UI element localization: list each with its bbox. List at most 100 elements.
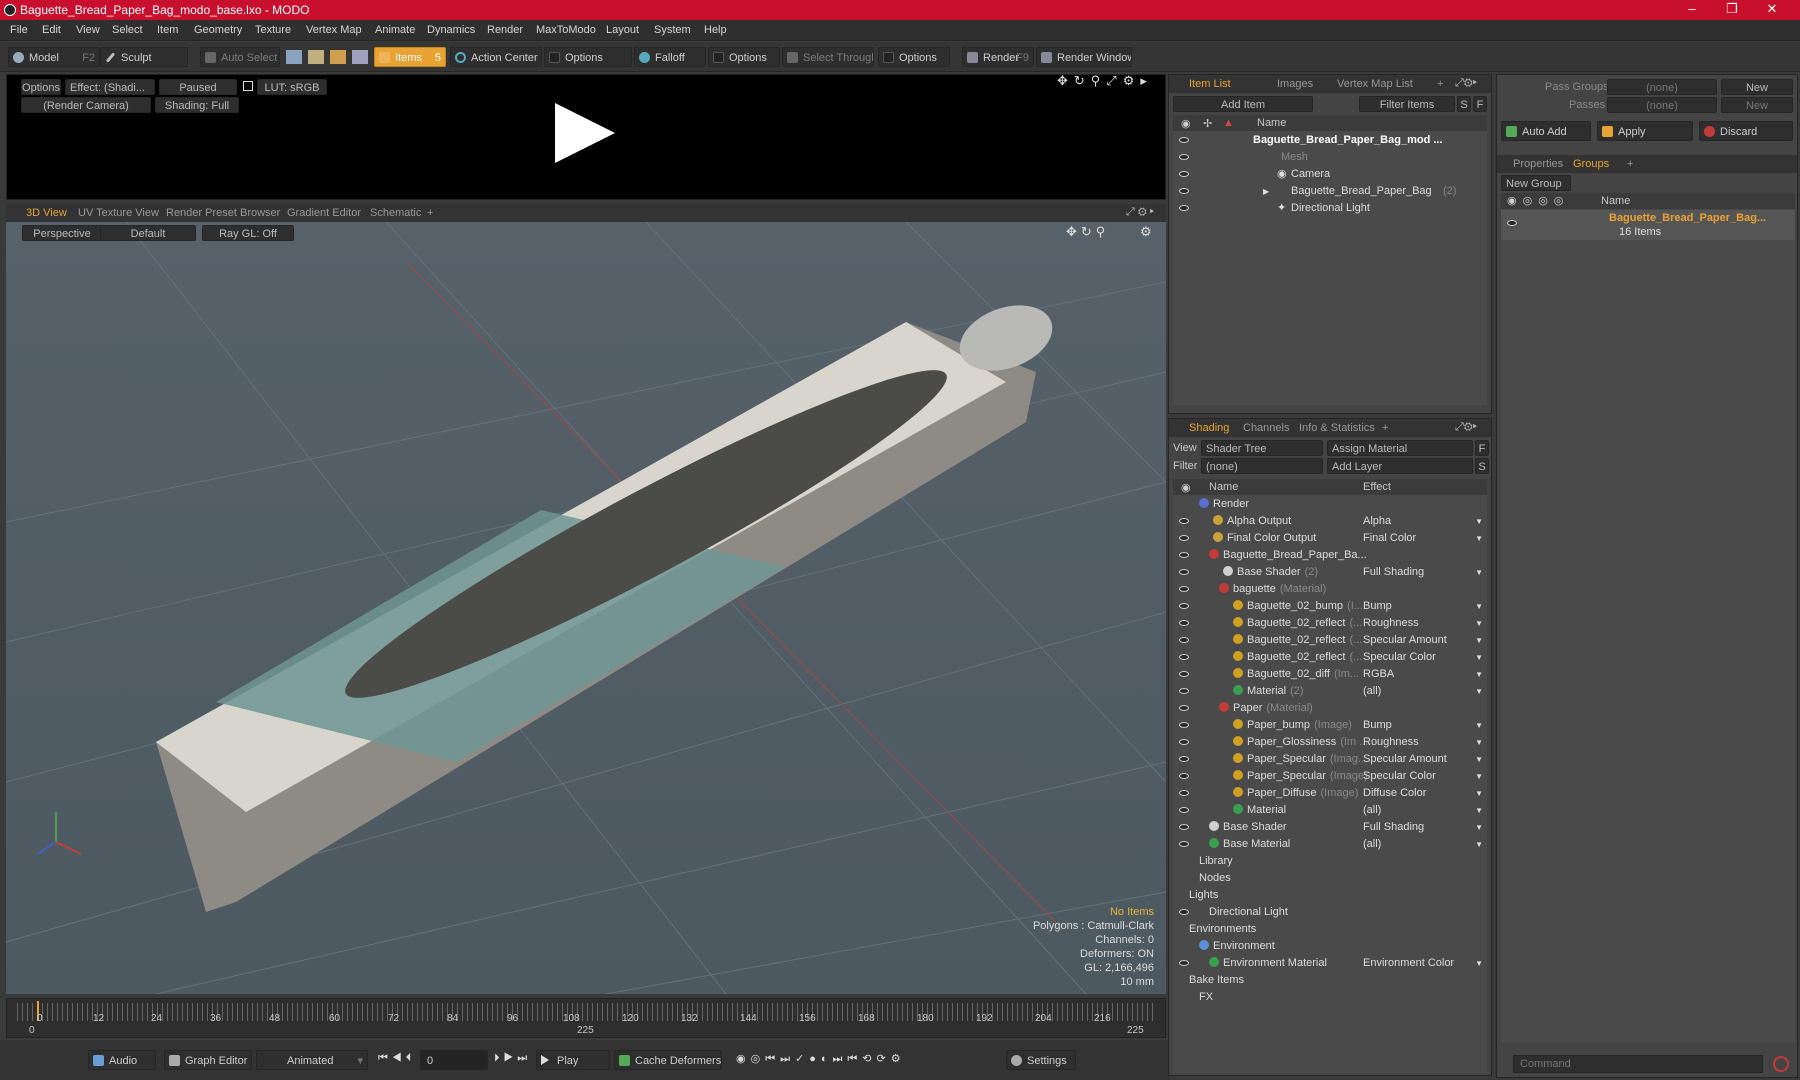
shading-dropdown[interactable]: Shading: Full xyxy=(155,97,239,113)
effect-value[interactable]: Roughness xyxy=(1363,734,1419,751)
shader-tree-row[interactable]: Library xyxy=(1173,853,1487,870)
shader-tree-row[interactable]: Baguette_02_diff (Im... RGBA ▼ xyxy=(1173,666,1487,683)
effect-value[interactable]: Roughness xyxy=(1363,615,1419,632)
command-record-icon[interactable] xyxy=(1773,1056,1789,1072)
preview-nav-icons[interactable]: ✥↻⚲⤢⚙▸ xyxy=(1057,73,1153,89)
maximize-button[interactable]: ❐ xyxy=(1712,1,1752,17)
shader-tree-row[interactable]: FX xyxy=(1173,989,1487,1006)
filter-dropdown[interactable]: (none) xyxy=(1201,458,1323,474)
play-button[interactable]: Play xyxy=(536,1050,610,1070)
shader-tree-row[interactable]: Final Color Output Final Color ▼ xyxy=(1173,530,1487,547)
tab-gradient-editor[interactable]: Gradient Editor xyxy=(287,207,361,219)
vertices-mode-icon[interactable] xyxy=(286,50,302,64)
shading-f-button[interactable]: F xyxy=(1475,440,1489,456)
graph-editor-button[interactable]: Graph Editor xyxy=(164,1050,252,1070)
tab-properties[interactable]: Properties xyxy=(1513,158,1563,170)
render-button[interactable]: Render F9 xyxy=(962,47,1034,67)
panel-tab-icons[interactable]: ⤢⚙▸ xyxy=(1455,421,1477,434)
effect-value[interactable]: (all) xyxy=(1363,836,1381,853)
close-button[interactable]: ✕ xyxy=(1752,1,1792,17)
shader-tree-row[interactable]: Render xyxy=(1173,496,1487,513)
new-group-button[interactable]: New Group xyxy=(1501,175,1571,191)
eye-icon[interactable] xyxy=(1179,535,1189,541)
item-list-s-button[interactable]: S xyxy=(1457,96,1471,112)
chevron-down-icon[interactable]: ▼ xyxy=(1475,615,1483,632)
menu-maxtomodo[interactable]: MaxToModo xyxy=(536,24,596,36)
tree-row[interactable]: ◉ Camera xyxy=(1173,166,1487,183)
eye-icon[interactable] xyxy=(1179,171,1189,177)
cache-deformers-button[interactable]: Cache Deformers xyxy=(614,1050,722,1070)
viewport-nav-icons[interactable]: ✥↻⚲ xyxy=(1066,224,1109,240)
chevron-down-icon[interactable]: ▼ xyxy=(1475,598,1483,615)
eye-icon[interactable] xyxy=(1179,688,1189,694)
effect-value[interactable]: Diffuse Color xyxy=(1363,785,1426,802)
model-mode-button[interactable]: Model F2 xyxy=(8,47,100,67)
viewport-3d[interactable]: Perspective Default Ray GL: Off ✥↻⚲ ⚙ No… xyxy=(6,222,1166,994)
action-center-button[interactable]: Action Center xyxy=(450,47,542,67)
chevron-down-icon[interactable]: ▼ xyxy=(1475,955,1483,972)
eye-icon[interactable] xyxy=(1179,841,1189,847)
select-through-options-button[interactable]: Options xyxy=(878,47,950,67)
default-dropdown[interactable]: Default xyxy=(100,225,196,241)
effect-value[interactable]: Bump xyxy=(1363,717,1392,734)
apply-button[interactable]: Apply xyxy=(1597,121,1693,141)
timeline[interactable]: 0 12 24 36 48 60 72 84 96 108 120 132 14… xyxy=(6,998,1166,1038)
shader-tree-row[interactable]: Base Shader (2) Full Shading ▼ xyxy=(1173,564,1487,581)
effect-value[interactable]: (all) xyxy=(1363,802,1381,819)
shader-tree-row[interactable]: Paper_Glossiness (Im ... Roughness ▼ xyxy=(1173,734,1487,751)
shader-tree-row[interactable]: Bake Items xyxy=(1173,972,1487,989)
items-mode-button[interactable]: Items 5 xyxy=(374,47,446,67)
shader-tree-row[interactable]: Environment Material Environment Color ▼ xyxy=(1173,955,1487,972)
eye-icon[interactable] xyxy=(1179,824,1189,830)
eye-icon[interactable] xyxy=(1179,586,1189,592)
chevron-down-icon[interactable]: ▼ xyxy=(1475,564,1483,581)
menu-texture[interactable]: Texture xyxy=(255,24,291,36)
shading-s-button[interactable]: S xyxy=(1475,458,1489,474)
preview-paused-button[interactable]: Paused xyxy=(159,79,237,95)
add-tab-button[interactable]: + xyxy=(427,207,433,219)
item-list-f-button[interactable]: F xyxy=(1473,96,1487,112)
shader-tree-row[interactable]: Material (all) ▼ xyxy=(1173,802,1487,819)
menu-geometry[interactable]: Geometry xyxy=(194,24,242,36)
tab-info-statistics[interactable]: Info & Statistics xyxy=(1299,422,1375,434)
effect-value[interactable]: Environment Color xyxy=(1363,955,1454,972)
chevron-down-icon[interactable]: ▼ xyxy=(1475,836,1483,853)
eye-icon[interactable] xyxy=(1179,790,1189,796)
step-forward-icons[interactable]: ⏵▶⏭ xyxy=(494,1052,531,1065)
pass-groups-dropdown[interactable]: (none) xyxy=(1607,79,1717,95)
expand-arrow-icon[interactable]: ▶ xyxy=(1263,183,1269,200)
chevron-down-icon[interactable]: ▼ xyxy=(1475,768,1483,785)
eye-icon[interactable] xyxy=(1179,603,1189,609)
effect-value[interactable]: Bump xyxy=(1363,598,1392,615)
preview-options-button[interactable]: Options xyxy=(21,79,61,95)
chevron-down-icon[interactable]: ▼ xyxy=(1475,649,1483,666)
tab-3d-view[interactable]: 3D View xyxy=(26,207,67,219)
effect-value[interactable]: Specular Amount xyxy=(1363,632,1447,649)
auto-add-button[interactable]: Auto Add xyxy=(1501,121,1591,141)
tab-render-preset-browser[interactable]: Render Preset Browser xyxy=(166,207,280,219)
effect-value[interactable]: (all) xyxy=(1363,683,1381,700)
eye-icon[interactable] xyxy=(1179,705,1189,711)
lock-icon[interactable] xyxy=(243,81,253,91)
eye-icon[interactable] xyxy=(1179,960,1189,966)
shader-tree-row[interactable]: Baguette_02_reflect (... Specular Color ▼ xyxy=(1173,649,1487,666)
chevron-down-icon[interactable]: ▼ xyxy=(1475,666,1483,683)
shader-tree-row[interactable]: Base Shader Full Shading ▼ xyxy=(1173,819,1487,836)
passes-dropdown[interactable]: (none) xyxy=(1607,97,1717,113)
shader-tree-row[interactable]: Directional Light xyxy=(1173,904,1487,921)
shader-tree-row[interactable]: Paper_bump (Image) Bump ▼ xyxy=(1173,717,1487,734)
effect-value[interactable]: Specular Amount xyxy=(1363,751,1447,768)
chevron-down-icon[interactable]: ▼ xyxy=(1475,683,1483,700)
menu-item[interactable]: Item xyxy=(157,24,178,36)
edges-mode-icon[interactable] xyxy=(308,50,324,64)
menu-animate[interactable]: Animate xyxy=(375,24,415,36)
sculpt-mode-button[interactable]: Sculpt xyxy=(100,47,188,67)
group-row[interactable]: Baguette_Bread_Paper_Bag... 16 Items xyxy=(1501,210,1795,240)
view-dropdown[interactable]: Shader Tree xyxy=(1201,440,1323,456)
add-item-button[interactable]: Add Item xyxy=(1173,96,1313,112)
effect-value[interactable]: Final Color xyxy=(1363,530,1416,547)
frame-input[interactable]: 0 xyxy=(420,1050,488,1070)
auto-select-button[interactable]: Auto Select xyxy=(200,47,280,67)
effect-value[interactable]: Full Shading xyxy=(1363,564,1424,581)
ray-gl-dropdown[interactable]: Ray GL: Off xyxy=(202,225,294,241)
